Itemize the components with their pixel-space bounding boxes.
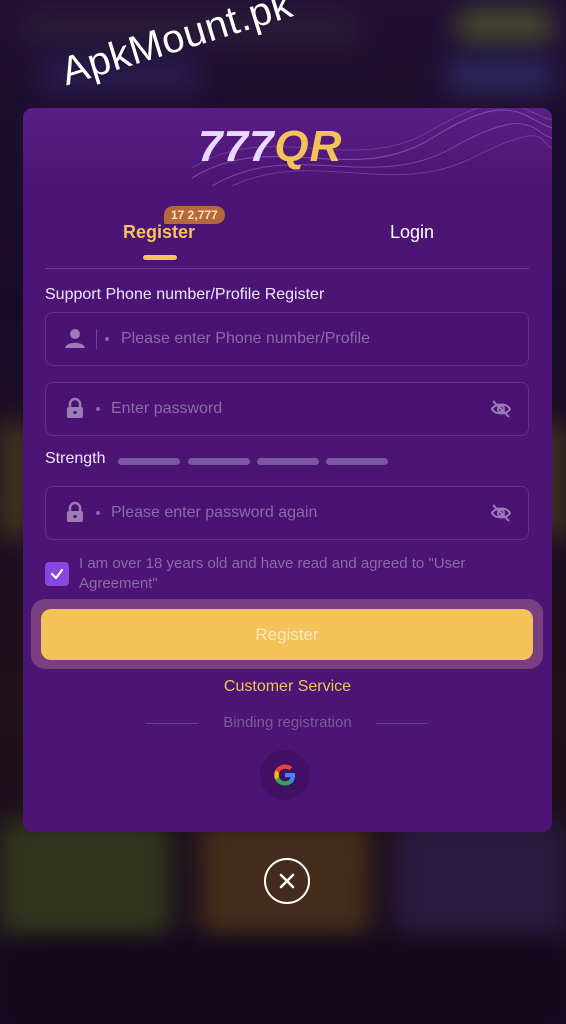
confirm-password-field[interactable] [45,486,529,540]
binding-divider: Binding registration [23,713,552,733]
lock-icon [67,501,83,522]
field-separator [96,329,97,349]
binding-label: Binding registration [223,714,352,731]
register-button-glow: Register [31,599,543,669]
divider-line [376,723,428,724]
confirm-password-input[interactable] [111,487,471,539]
bonus-badge: 17 2,777 [164,206,225,224]
required-dot [105,337,109,341]
strength-bar [257,458,319,465]
check-icon [50,568,64,580]
strength-bar [188,458,250,465]
required-dot [96,511,100,515]
tab-register[interactable]: Register [123,222,195,243]
phone-input[interactable] [121,313,511,365]
lock-icon [67,397,83,418]
auth-tabs: Register 17 2,777 Login [45,206,529,269]
google-login-button[interactable] [260,750,310,800]
active-tab-indicator [143,255,177,260]
section-label: Support Phone number/Profile Register [45,286,325,303]
brand-logo: 777QR [198,122,343,171]
agreement-text[interactable]: I am over 18 years old and have read and… [79,554,531,594]
user-icon [65,329,85,348]
strength-bar [118,458,180,465]
required-dot [96,407,100,411]
eye-off-icon[interactable] [490,398,512,420]
close-icon [279,873,295,889]
phone-field[interactable] [45,312,529,366]
customer-service-link[interactable]: Customer Service [23,678,552,696]
google-icon [274,764,295,786]
eye-off-icon[interactable] [490,502,512,524]
register-button[interactable]: Register [41,609,533,660]
password-field[interactable] [45,382,529,436]
close-button[interactable] [264,858,310,904]
strength-bar [326,458,388,465]
agreement-checkbox[interactable] [45,562,69,586]
register-modal: 777QR Register 17 2,777 Login Support Ph… [23,108,552,832]
strength-label: Strength [45,450,106,467]
password-input[interactable] [111,383,471,435]
tab-login[interactable]: Login [390,222,434,243]
modal-header: 777QR [23,108,552,186]
